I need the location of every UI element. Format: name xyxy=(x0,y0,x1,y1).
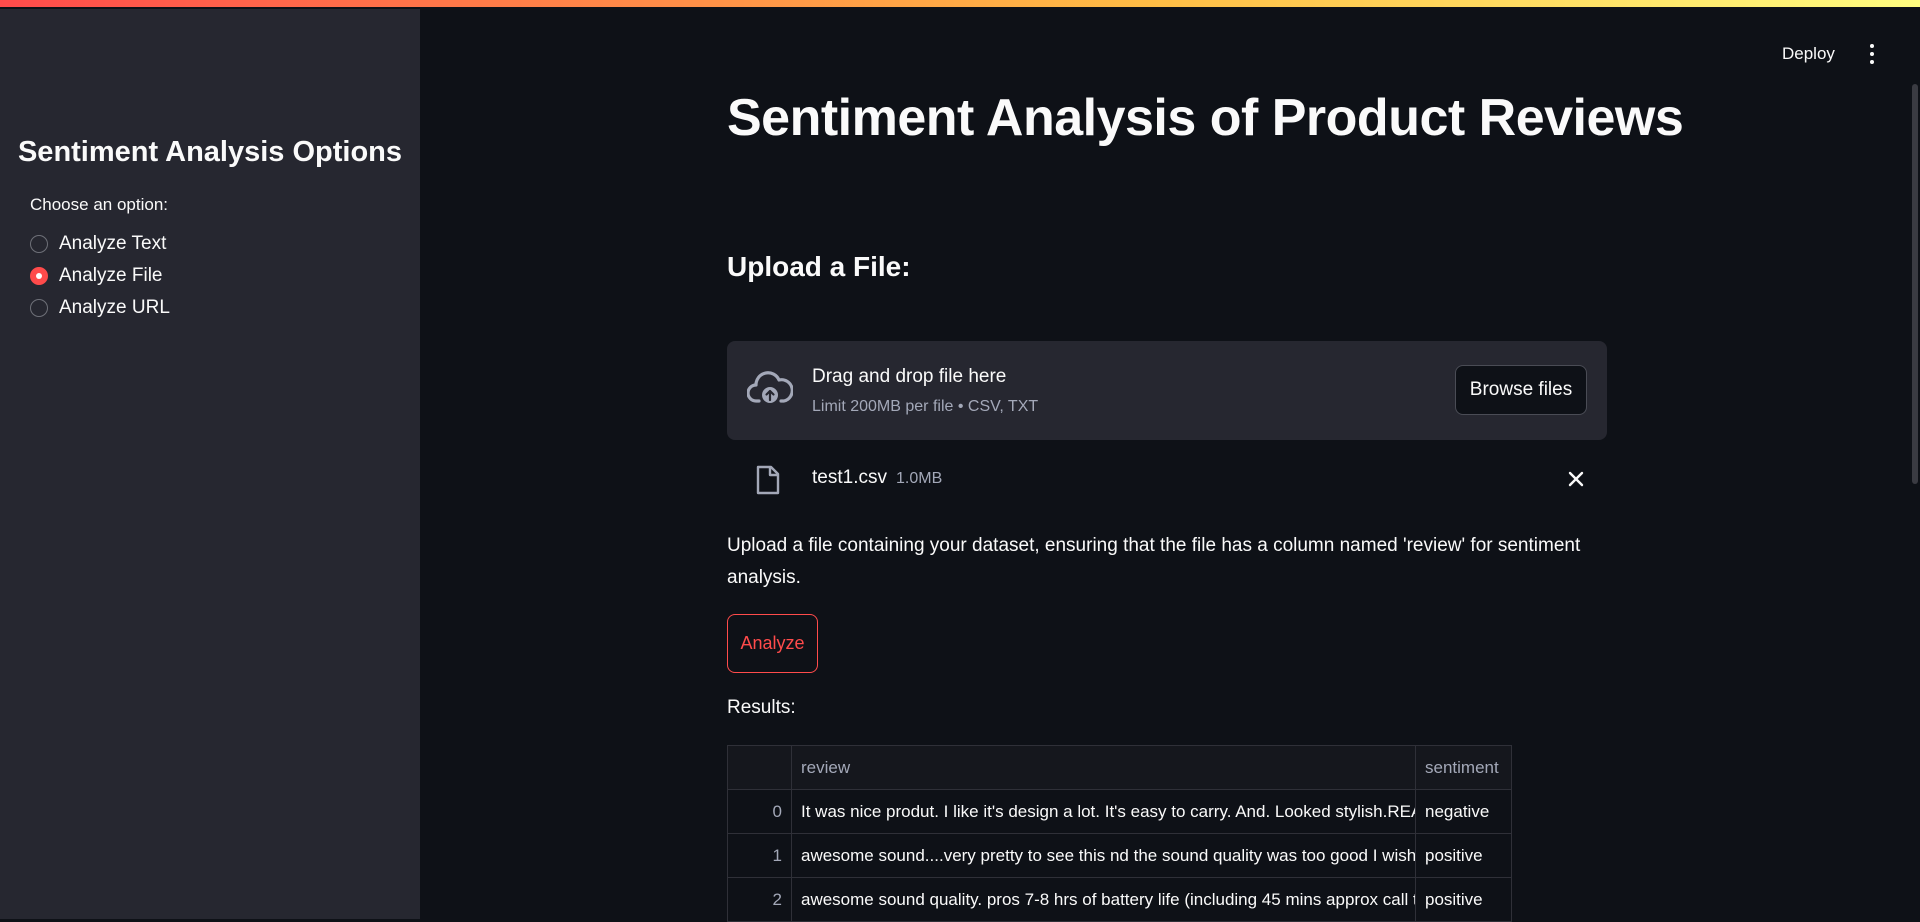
radio-button-icon[interactable] xyxy=(30,235,48,253)
column-header-sentiment[interactable]: sentiment xyxy=(1415,745,1512,790)
dropzone-limit: Limit 200MB per file • CSV, TXT xyxy=(812,398,1039,415)
results-table[interactable]: review sentiment 0 It was nice produt. I… xyxy=(727,745,1512,922)
close-icon[interactable] xyxy=(1565,468,1587,495)
radio-button-icon[interactable] xyxy=(30,299,48,317)
table-header-row: review sentiment xyxy=(727,745,1512,790)
table-row[interactable]: 2 awesome sound quality. pros 7-8 hrs of… xyxy=(727,877,1512,922)
review-cell[interactable]: It was nice produt. I like it's design a… xyxy=(791,789,1416,834)
cloud-upload-icon xyxy=(746,371,794,412)
sentiment-cell[interactable]: positive xyxy=(1415,833,1512,878)
file-icon xyxy=(755,465,781,500)
results-label: Results: xyxy=(727,697,796,718)
sidebar: Sentiment Analysis Options Choose an opt… xyxy=(0,9,420,919)
table-row[interactable]: 1 awesome sound....very pretty to see th… xyxy=(727,833,1512,878)
radio-analyze-file[interactable]: Analyze File xyxy=(30,260,170,292)
sentiment-cell[interactable]: positive xyxy=(1415,877,1512,922)
scrollbar[interactable] xyxy=(1912,84,1918,484)
review-cell[interactable]: awesome sound quality. pros 7-8 hrs of b… xyxy=(791,877,1416,922)
radio-group-label: Choose an option: xyxy=(30,195,168,214)
row-index: 1 xyxy=(727,833,792,878)
dropzone-title: Drag and drop file here xyxy=(812,366,1007,387)
radio-label[interactable]: Analyze Text xyxy=(59,233,166,255)
table-row[interactable]: 0 It was nice produt. I like it's design… xyxy=(727,789,1512,834)
header-decoration-bar xyxy=(0,0,1920,9)
file-size: 1.0MB xyxy=(896,470,943,487)
browse-files-button[interactable]: Browse files xyxy=(1455,365,1587,415)
page-title: Sentiment Analysis of Product Reviews xyxy=(727,89,1684,147)
row-index: 2 xyxy=(727,877,792,922)
column-header-review[interactable]: review xyxy=(791,745,1416,790)
deploy-button[interactable]: Deploy xyxy=(1774,40,1843,68)
file-name: test1.csv xyxy=(812,467,887,488)
sentiment-cell[interactable]: negative xyxy=(1415,789,1512,834)
radio-label[interactable]: Analyze File xyxy=(59,265,163,287)
review-cell[interactable]: awesome sound....very pretty to see this… xyxy=(791,833,1416,878)
column-header-index[interactable] xyxy=(727,745,792,790)
upload-heading: Upload a File: xyxy=(727,251,911,282)
option-radio-group: Analyze Text Analyze File Analyze URL xyxy=(30,228,170,324)
row-index: 0 xyxy=(727,789,792,834)
radio-label[interactable]: Analyze URL xyxy=(59,297,170,319)
sidebar-title: Sentiment Analysis Options xyxy=(17,136,403,168)
file-dropzone[interactable]: Drag and drop file here Limit 200MB per … xyxy=(727,341,1607,440)
uploaded-file-row: test1.csv 1.0MB xyxy=(727,460,1607,500)
upload-help-text: Upload a file containing your dataset, e… xyxy=(727,535,1581,588)
radio-button-selected-icon[interactable] xyxy=(30,267,48,285)
analyze-button[interactable]: Analyze xyxy=(727,614,818,673)
kebab-menu-icon[interactable] xyxy=(1862,42,1882,66)
radio-analyze-text[interactable]: Analyze Text xyxy=(30,228,170,260)
radio-analyze-url[interactable]: Analyze URL xyxy=(30,292,170,324)
